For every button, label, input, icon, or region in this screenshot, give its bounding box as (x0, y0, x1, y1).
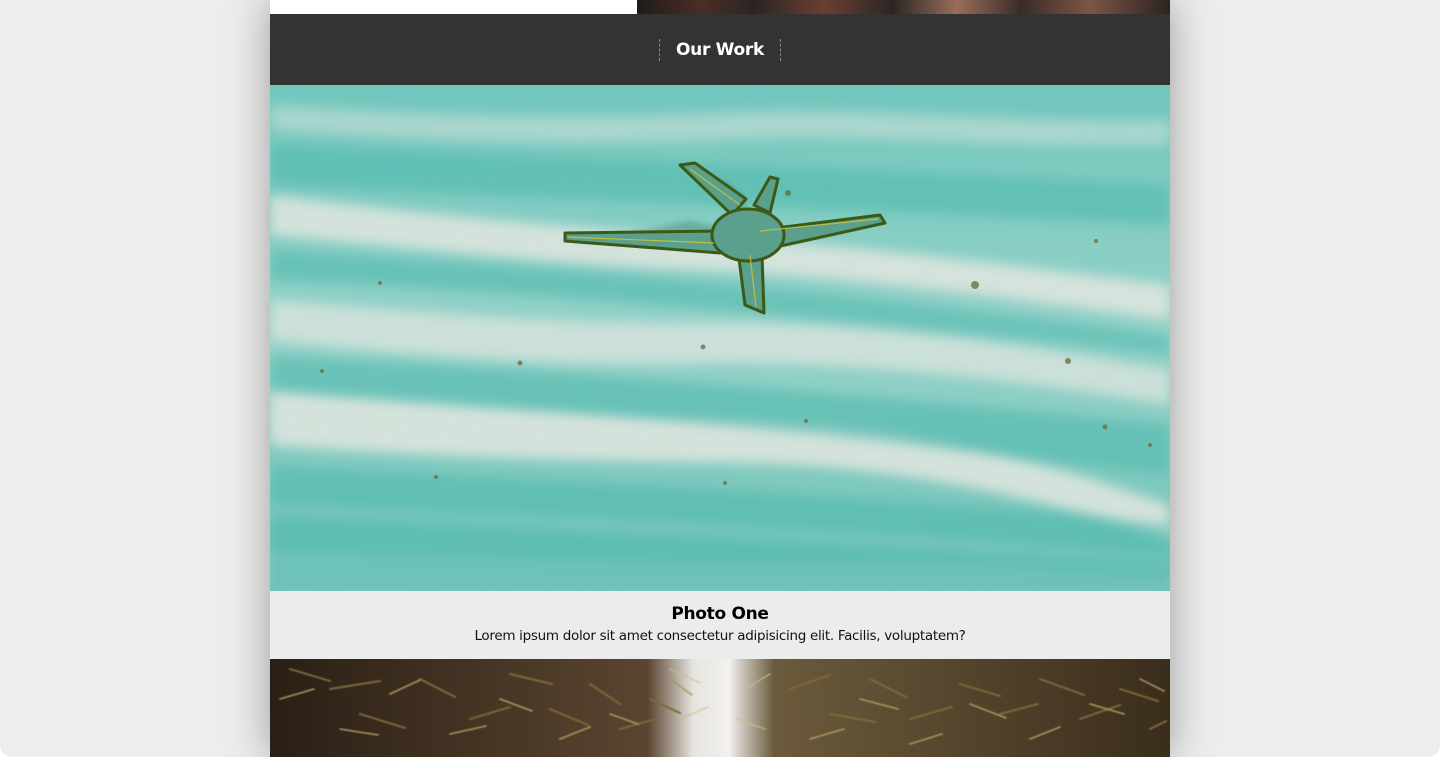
gallery-blank-cell (270, 0, 637, 14)
browser-viewport: Our Work Photo One Lorem ipsum dolor sit… (0, 0, 1440, 757)
page-container: Our Work Photo One Lorem ipsum dolor sit… (270, 0, 1170, 757)
section-header: Our Work (270, 14, 1170, 85)
photo-one-title: Photo One (671, 604, 769, 624)
photo-one-description: Lorem ipsum dolor sit amet consectetur a… (474, 628, 966, 644)
photo-one-caption: Photo One Lorem ipsum dolor sit amet con… (270, 591, 1170, 659)
photo-one-image[interactable] (270, 85, 1170, 591)
section-title: Our Work (659, 38, 781, 61)
previous-gallery-row (270, 0, 1170, 14)
photo-two-image[interactable] (270, 659, 1170, 757)
previous-photo[interactable] (637, 0, 1170, 14)
